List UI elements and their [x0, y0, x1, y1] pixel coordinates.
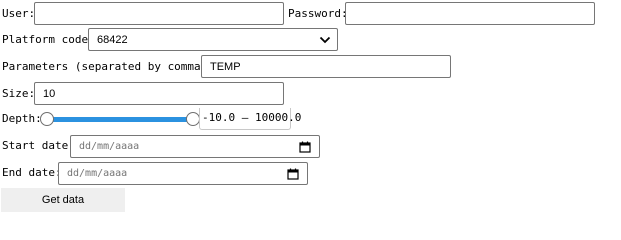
start-date-input[interactable]: dd/mm/aaaa	[70, 135, 320, 158]
end-date-placeholder: dd/mm/aaaa	[67, 168, 128, 179]
depth-max-handle[interactable]	[186, 112, 200, 126]
parameters-input-value: TEMP	[210, 61, 241, 73]
parameters-input[interactable]: TEMP	[201, 55, 451, 78]
user-input[interactable]	[34, 2, 284, 25]
start-date-placeholder: dd/mm/aaaa	[79, 141, 140, 152]
depth-range-value: -10.0 – 10000.0	[202, 111, 302, 124]
size-input-value: 10	[43, 88, 56, 100]
platform-code-label: Platform code:	[2, 33, 95, 46]
password-input[interactable]	[345, 2, 595, 25]
end-date-label: End date:	[2, 166, 62, 179]
user-label: User:	[2, 7, 36, 20]
calendar-icon[interactable]	[287, 168, 299, 180]
calendar-icon[interactable]	[299, 141, 311, 153]
get-data-button[interactable]: Get data	[1, 188, 125, 212]
password-label: Password:	[288, 7, 348, 20]
depth-label: Depth:	[2, 112, 42, 125]
depth-range-readout: -10.0 – 10000.0	[199, 108, 301, 130]
depth-slider-track[interactable]	[44, 117, 196, 122]
chevron-down-icon	[319, 36, 331, 44]
start-date-label: Start date:	[2, 139, 75, 152]
size-input[interactable]: 10	[34, 82, 284, 105]
platform-code-select[interactable]: 68422	[88, 28, 338, 51]
size-label: Size:	[2, 87, 36, 100]
end-date-input[interactable]: dd/mm/aaaa	[58, 162, 308, 185]
parameters-label: Parameters (separated by commas):	[2, 60, 221, 73]
depth-min-handle[interactable]	[40, 112, 54, 126]
platform-code-selected: 68422	[97, 34, 128, 46]
